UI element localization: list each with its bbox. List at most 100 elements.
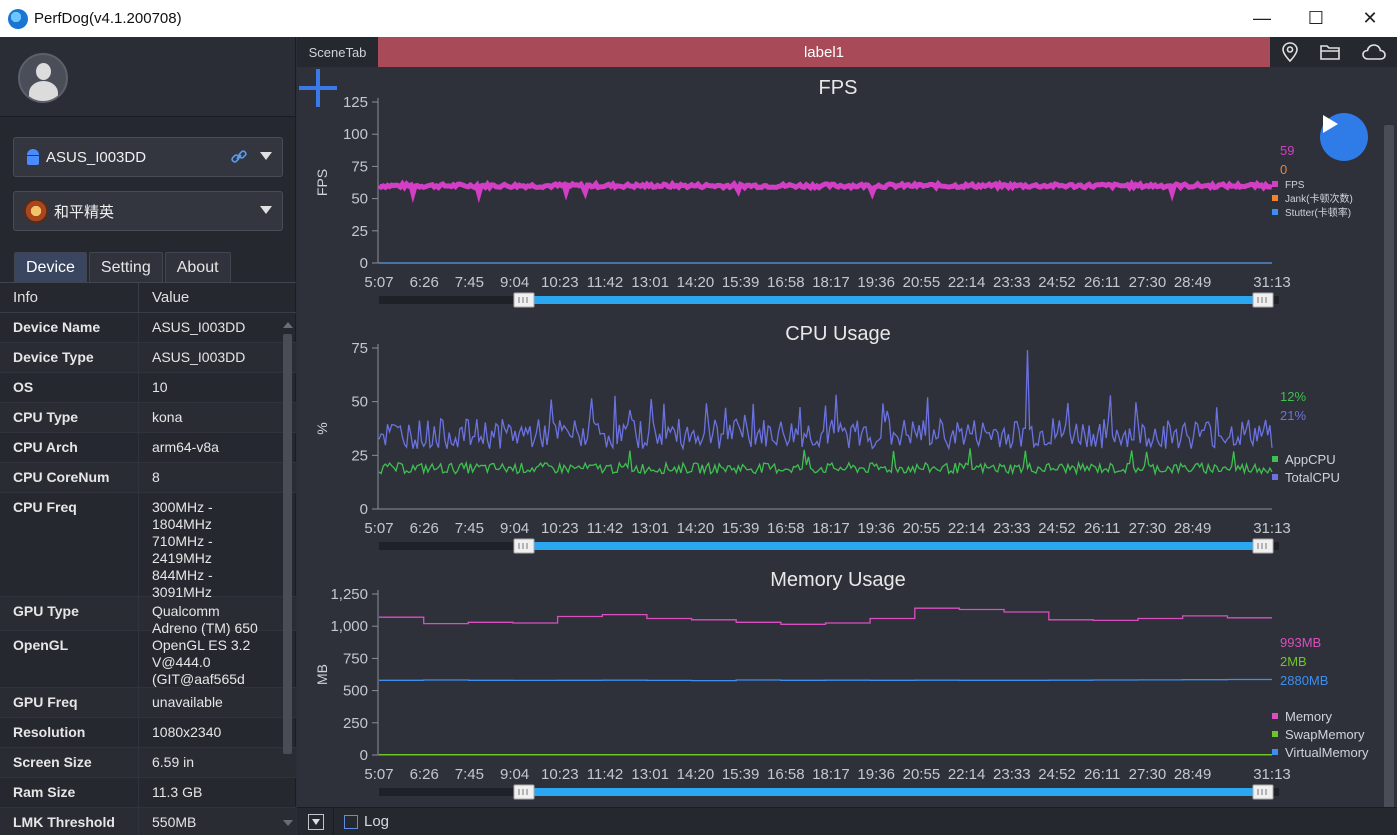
legend-swatch: [1272, 209, 1278, 215]
device-selector[interactable]: ASUS_I003DD: [13, 137, 283, 177]
info-key: CPU CoreNum: [0, 463, 139, 492]
time-range-selection[interactable]: [524, 296, 1264, 304]
chart-title: Memory Usage: [770, 569, 906, 591]
info-key: Device Type: [0, 343, 139, 372]
cloud-icon[interactable]: [1362, 43, 1386, 61]
x-tick-label: 14:20: [677, 274, 715, 291]
x-tick-label: 28:49: [1174, 520, 1212, 537]
info-row: Screen Size 6.59 in: [0, 748, 296, 778]
info-table-header: Info Value: [0, 282, 296, 313]
x-tick-label: 5:07: [364, 766, 393, 783]
series-line-totalcpu: [378, 350, 1273, 451]
chevron-down-icon[interactable]: [260, 152, 272, 160]
x-tick-label: 13:01: [631, 520, 669, 537]
info-rows: Device Name ASUS_I003DD Device Type ASUS_I0…: [0, 313, 296, 835]
expand-toggle-button[interactable]: [308, 813, 324, 830]
info-key: CPU Arch: [0, 433, 139, 462]
info-value: kona: [152, 409, 183, 425]
info-value: unavailable: [152, 694, 223, 710]
current-value-label: 12%: [1280, 389, 1306, 404]
folder-icon[interactable]: [1320, 43, 1341, 61]
x-tick-label: 27:30: [1129, 274, 1167, 291]
info-key: CPU Type: [0, 403, 139, 432]
info-row: CPU Arch arm64-v8a: [0, 433, 296, 463]
legend-label: Jank(卡顿次数): [1285, 192, 1353, 205]
y-tick-label: 0: [360, 501, 368, 518]
info-value: ASUS_I003DD: [152, 349, 246, 365]
info-key: CPU Freq: [0, 493, 139, 596]
scene-tab[interactable]: SceneTab: [297, 37, 378, 67]
log-checkbox[interactable]: [344, 814, 358, 829]
range-end-handle[interactable]: [1252, 292, 1274, 308]
legend-swatch: [1272, 713, 1278, 719]
sidebar-scrollbar[interactable]: [281, 320, 293, 835]
x-tick-label: 24:52: [1038, 274, 1076, 291]
scroll-up-icon[interactable]: [283, 322, 293, 328]
app-selector[interactable]: 和平精英: [13, 191, 283, 231]
x-tick-label: 14:20: [677, 766, 715, 783]
x-tick-label: 15:39: [722, 274, 760, 291]
chevron-down-icon[interactable]: [260, 206, 272, 214]
x-tick-label: 7:45: [455, 274, 484, 291]
x-tick-label: 16:58: [767, 766, 805, 783]
tab-device[interactable]: Device: [14, 252, 87, 282]
scene-label[interactable]: label1: [378, 37, 1270, 67]
window-title: PerfDog(v4.1.200708): [34, 10, 182, 27]
range-end-handle[interactable]: [1252, 538, 1274, 554]
legend-label: AppCPU: [1285, 452, 1336, 467]
info-row: Ram Size 11.3 GB: [0, 778, 296, 808]
x-tick-label: 10:23: [541, 766, 579, 783]
range-start-handle[interactable]: [513, 292, 535, 308]
charts-scrollbar-thumb[interactable]: [1384, 125, 1394, 825]
x-tick-label: 16:58: [767, 520, 805, 537]
info-row: GPU Freq unavailable: [0, 688, 296, 718]
x-tick-label: 19:36: [857, 274, 895, 291]
info-value: 300MHz - 1804MHz 710MHz - 2419MHz 844MHz…: [152, 499, 213, 600]
x-tick-label: 11:42: [587, 766, 623, 783]
x-tick-label: 23:33: [993, 766, 1031, 783]
x-tick-label: 15:39: [722, 766, 760, 783]
scroll-down-icon[interactable]: [283, 820, 293, 826]
range-end-handle[interactable]: [1252, 784, 1274, 800]
x-tick-label: 22:14: [948, 520, 986, 537]
y-tick-label: 50: [351, 191, 368, 208]
perfdog-logo-icon: [8, 8, 28, 29]
x-tick-label: 15:39: [722, 520, 760, 537]
x-tick-label: 10:23: [541, 274, 579, 291]
avatar-head: [36, 63, 51, 80]
close-button[interactable]: ✕: [1343, 0, 1397, 37]
minimize-button[interactable]: —: [1235, 0, 1289, 37]
chart-title: FPS: [819, 77, 858, 99]
legend-swatch: [1272, 456, 1278, 462]
tab-setting[interactable]: Setting: [88, 252, 163, 282]
info-value: 6.59 in: [152, 754, 195, 770]
add-chart-button[interactable]: [297, 67, 339, 109]
x-tick-label: 10:23: [541, 520, 579, 537]
x-tick-label: 27:30: [1129, 766, 1167, 783]
maximize-button[interactable]: ☐: [1289, 0, 1343, 37]
time-range-selection[interactable]: [524, 788, 1264, 796]
range-start-handle[interactable]: [513, 538, 535, 554]
x-tick-label: 6:26: [410, 520, 439, 537]
main-panel: SceneTab label1 FPS FPS 0 25 50 75 100 125 5:07 6…: [297, 37, 1397, 835]
bottom-bar: Log: [297, 807, 1397, 835]
time-range-selection[interactable]: [524, 542, 1264, 550]
link-icon[interactable]: [230, 148, 248, 166]
x-tick-label: 5:07: [364, 520, 393, 537]
info-value: Qualcomm Adreno (TM) 650: [152, 603, 258, 636]
x-tick-label: 18:17: [812, 520, 850, 537]
avatar[interactable]: [18, 53, 68, 103]
range-start-handle[interactable]: [513, 784, 535, 800]
x-tick-label: 7:45: [455, 520, 484, 537]
legend-label: TotalCPU: [1285, 470, 1340, 485]
info-value: 10: [152, 379, 168, 395]
play-button[interactable]: [1320, 113, 1368, 161]
play-icon: [1323, 115, 1338, 133]
location-icon[interactable]: [1281, 42, 1299, 62]
charts-scrollbar[interactable]: [1383, 107, 1395, 827]
tab-about[interactable]: About: [164, 252, 231, 282]
x-tick-label: 11:42: [587, 520, 623, 537]
info-row: CPU Type kona: [0, 403, 296, 433]
legend-label: FPS: [1285, 180, 1305, 191]
scrollbar-thumb[interactable]: [283, 334, 292, 754]
